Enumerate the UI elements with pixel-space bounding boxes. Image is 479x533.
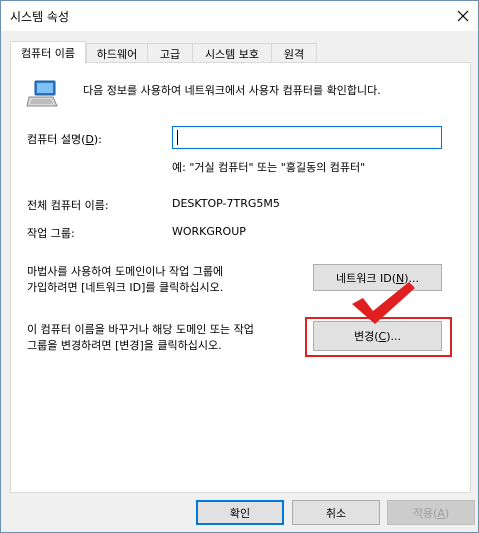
workgroup-value: WORKGROUP <box>172 225 246 238</box>
tab-remote[interactable]: 원격 <box>271 43 317 63</box>
apply-button-label: 적용(A) <box>412 506 450 520</box>
change-description-line1: 이 컴퓨터 이름을 바꾸거나 해당 도메인 또는 작업 <box>27 323 254 336</box>
full-name-value: DESKTOP-7TRG5M5 <box>172 197 280 210</box>
cancel-button[interactable]: 취소 <box>292 500 380 525</box>
tab-label: 고급 <box>159 47 181 61</box>
computer-icon <box>26 80 58 107</box>
system-properties-window: 시스템 속성 컴퓨터 이름 하드웨어 고급 시스템 보호 원격 다음 정보를 사… <box>0 0 479 533</box>
apply-button[interactable]: 적용(A) <box>387 500 475 525</box>
ok-button[interactable]: 확인 <box>196 500 284 525</box>
change-button-label: 변경(C)... <box>353 330 401 343</box>
ok-button-label: 확인 <box>229 506 251 520</box>
network-id-description-line2: 가입하려면 [네트워크 ID]를 클릭하십시오. <box>27 281 224 294</box>
tab-label: 시스템 보호 <box>204 47 260 61</box>
title-bar: 시스템 속성 <box>1 1 478 31</box>
computer-description-input[interactable] <box>172 126 442 149</box>
tab-hardware[interactable]: 하드웨어 <box>86 43 148 63</box>
tab-label: 원격 <box>283 47 305 61</box>
network-id-description-line1: 마법사를 사용하여 도메인이나 작업 그룹에 <box>27 265 224 278</box>
computer-name-panel: 다음 정보를 사용하여 네트워크에서 사용자 컴퓨터를 확인합니다. 컴퓨터 설… <box>10 62 471 493</box>
tab-advanced[interactable]: 고급 <box>147 43 193 63</box>
workgroup-label: 작업 그룹: <box>27 227 75 240</box>
cancel-button-label: 취소 <box>325 506 347 520</box>
full-name-label: 전체 컴퓨터 이름: <box>27 199 109 212</box>
tab-label: 컴퓨터 이름 <box>20 47 76 60</box>
checkmark-annotation-icon <box>352 282 415 324</box>
tab-computer-name[interactable]: 컴퓨터 이름 <box>10 41 86 64</box>
close-button[interactable] <box>448 1 478 31</box>
computer-description-label: 컴퓨터 설명(D): <box>27 133 102 146</box>
tab-system-protection[interactable]: 시스템 보호 <box>192 43 272 63</box>
close-icon <box>457 10 469 22</box>
window-title: 시스템 속성 <box>10 10 70 24</box>
tab-label: 하드웨어 <box>96 47 138 61</box>
description-example: 예: "거실 컴퓨터" 또는 "홍길동의 컴퓨터" <box>172 161 366 174</box>
change-description-line2: 그룹을 변경하려면 [변경]을 클릭하십시오. <box>27 339 222 352</box>
text-caret <box>177 130 178 145</box>
intro-text: 다음 정보를 사용하여 네트워크에서 사용자 컴퓨터를 확인합니다. <box>83 84 381 97</box>
